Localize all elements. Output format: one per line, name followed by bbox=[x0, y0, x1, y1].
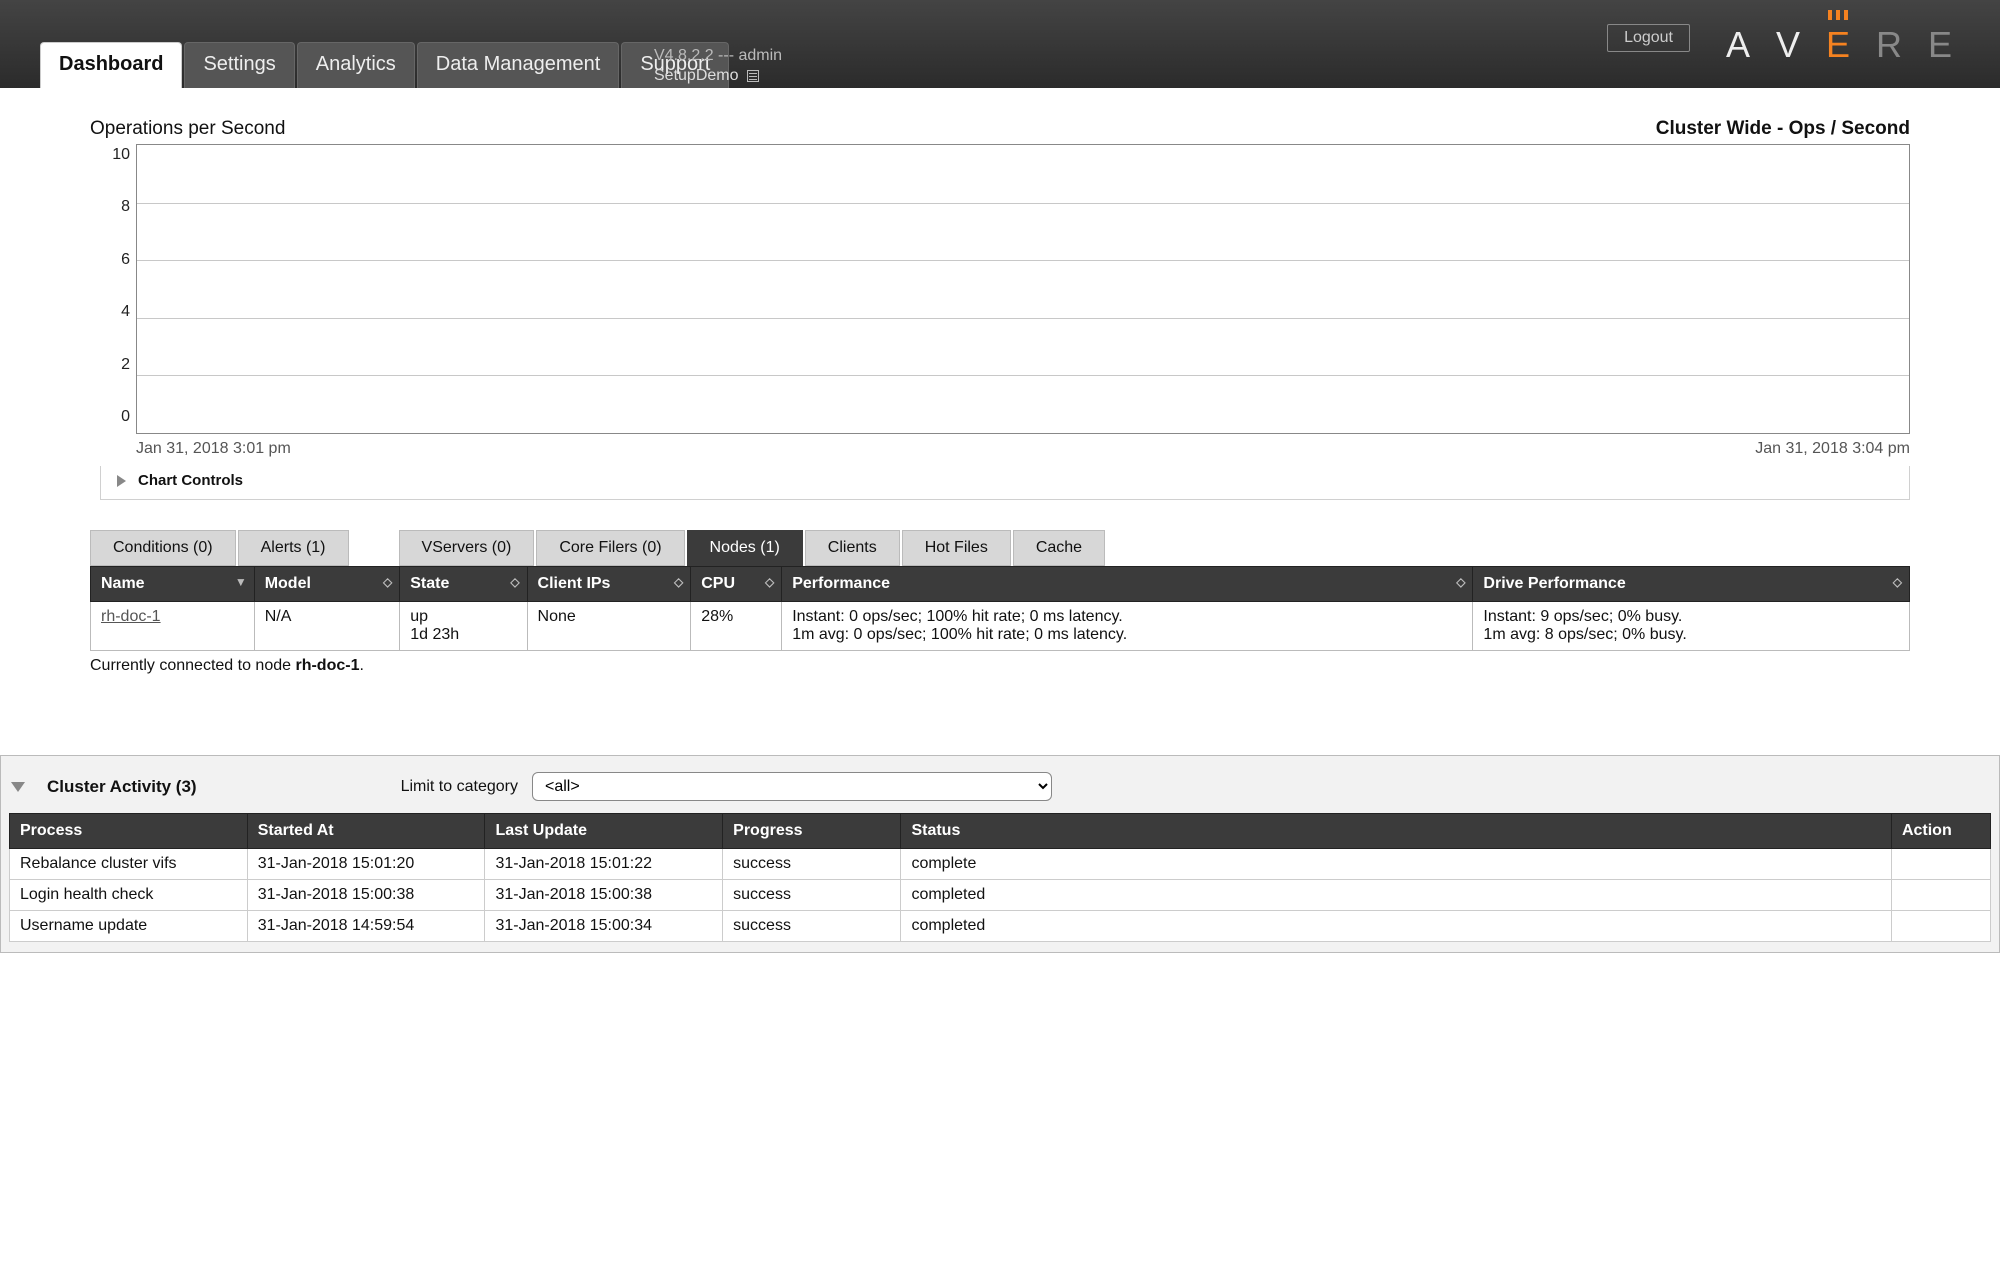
avere-logo: A V E R E bbox=[1726, 24, 1960, 66]
tab-data-management[interactable]: Data Management bbox=[417, 42, 620, 88]
cell-action bbox=[1891, 880, 1990, 911]
cell-started: 31-Jan-2018 14:59:54 bbox=[247, 911, 485, 942]
col-client-ips[interactable]: Client IPs◇ bbox=[527, 567, 691, 602]
cell-status: complete bbox=[901, 849, 1892, 880]
x-tick: Jan 31, 2018 3:01 pm bbox=[136, 440, 291, 458]
col-drive-performance[interactable]: Drive Performance◇ bbox=[1473, 567, 1910, 602]
col-performance[interactable]: Performance◇ bbox=[782, 567, 1473, 602]
limit-category-select[interactable]: <all> bbox=[532, 772, 1052, 801]
y-tick: 4 bbox=[90, 303, 130, 321]
chart-y-axis: 10 8 6 4 2 0 bbox=[90, 144, 136, 434]
cell-started: 31-Jan-2018 15:01:20 bbox=[247, 849, 485, 880]
cell-process: Rebalance cluster vifs bbox=[10, 849, 248, 880]
cell-progress: success bbox=[723, 911, 901, 942]
chart-area: 10 8 6 4 2 0 bbox=[90, 144, 1910, 434]
cell-action bbox=[1891, 849, 1990, 880]
tab-settings[interactable]: Settings bbox=[184, 42, 294, 88]
cell-action bbox=[1891, 911, 1990, 942]
cell-drive-performance: Instant: 9 ops/sec; 0% busy.1m avg: 8 op… bbox=[1473, 602, 1910, 651]
cell-model: N/A bbox=[254, 602, 400, 651]
logout-button[interactable]: Logout bbox=[1607, 24, 1690, 52]
tab-dashboard[interactable]: Dashboard bbox=[40, 42, 182, 88]
limit-category-label: Limit to category bbox=[401, 778, 518, 796]
dashboard-content: Operations per Second Cluster Wide - Ops… bbox=[0, 88, 2000, 695]
main-tabs: DashboardSettingsAnalyticsData Managemen… bbox=[40, 42, 729, 88]
subtab-core-filers-0-[interactable]: Core Filers (0) bbox=[536, 530, 684, 566]
cell-status: completed bbox=[901, 911, 1892, 942]
col-started-at[interactable]: Started At bbox=[247, 814, 485, 849]
subtab-vservers-0-[interactable]: VServers (0) bbox=[399, 530, 535, 566]
activity-table-header-row: ProcessStarted AtLast UpdateProgressStat… bbox=[10, 814, 1991, 849]
nodes-table-header-row: Name▼Model◇State◇Client IPs◇CPU◇Performa… bbox=[91, 567, 1910, 602]
tab-analytics[interactable]: Analytics bbox=[297, 42, 415, 88]
status-tabs: Conditions (0)Alerts (1) VServers (0)Core… bbox=[90, 530, 1910, 566]
y-tick: 10 bbox=[90, 146, 130, 164]
nodes-table: Name▼Model◇State◇Client IPs◇CPU◇Performa… bbox=[90, 566, 1910, 651]
version-user-line: V4.8.2.2 --- admin bbox=[654, 46, 782, 66]
subtab-alerts-1-[interactable]: Alerts (1) bbox=[238, 530, 349, 566]
cell-updated: 31-Jan-2018 15:00:34 bbox=[485, 911, 723, 942]
cell-client-ips: None bbox=[527, 602, 691, 651]
col-action[interactable]: Action bbox=[1891, 814, 1990, 849]
chart-plot[interactable] bbox=[136, 144, 1910, 434]
col-status[interactable]: Status bbox=[901, 814, 1892, 849]
col-process[interactable]: Process bbox=[10, 814, 248, 849]
chart-controls-toggle[interactable]: Chart Controls bbox=[100, 466, 1910, 500]
y-tick: 2 bbox=[90, 356, 130, 374]
col-model[interactable]: Model◇ bbox=[254, 567, 400, 602]
table-row: rh-doc-1 N/Aup1d 23hNone28%Instant: 0 ops… bbox=[91, 602, 1910, 651]
chevron-down-icon[interactable] bbox=[11, 782, 25, 792]
cell-name: rh-doc-1 bbox=[91, 602, 255, 651]
sort-icon: ◇ bbox=[510, 575, 516, 589]
chart-x-axis: Jan 31, 2018 3:01 pm Jan 31, 2018 3:04 pm bbox=[136, 440, 1910, 458]
y-tick: 0 bbox=[90, 408, 130, 426]
subtab-conditions-0-[interactable]: Conditions (0) bbox=[90, 530, 236, 566]
cell-cpu: 28% bbox=[691, 602, 782, 651]
sort-icon: ◇ bbox=[1456, 575, 1462, 589]
popup-icon[interactable] bbox=[747, 70, 759, 82]
cell-updated: 31-Jan-2018 15:01:22 bbox=[485, 849, 723, 880]
node-link[interactable]: rh-doc-1 bbox=[101, 608, 161, 625]
chart-title-left: Operations per Second bbox=[90, 118, 285, 140]
sort-icon: ◇ bbox=[765, 575, 771, 589]
cell-progress: success bbox=[723, 849, 901, 880]
cluster-activity-title: Cluster Activity (3) bbox=[47, 777, 197, 797]
activity-table: ProcessStarted AtLast UpdateProgressStat… bbox=[9, 813, 1991, 942]
cell-started: 31-Jan-2018 15:00:38 bbox=[247, 880, 485, 911]
col-progress[interactable]: Progress bbox=[723, 814, 901, 849]
session-meta: V4.8.2.2 --- admin SetupDemo bbox=[654, 46, 782, 86]
cell-process: Username update bbox=[10, 911, 248, 942]
cell-updated: 31-Jan-2018 15:00:38 bbox=[485, 880, 723, 911]
y-tick: 6 bbox=[90, 251, 130, 269]
cluster-name: SetupDemo bbox=[654, 67, 739, 84]
x-tick: Jan 31, 2018 3:04 pm bbox=[1755, 440, 1910, 458]
col-cpu[interactable]: CPU◇ bbox=[691, 567, 782, 602]
cell-status: completed bbox=[901, 880, 1892, 911]
subtab-cache[interactable]: Cache bbox=[1013, 530, 1105, 566]
table-row: Login health check31-Jan-2018 15:00:3831… bbox=[10, 880, 1991, 911]
cell-state: up1d 23h bbox=[400, 602, 527, 651]
chart-controls-label: Chart Controls bbox=[138, 472, 243, 489]
cell-process: Login health check bbox=[10, 880, 248, 911]
top-banner: DashboardSettingsAnalyticsData Managemen… bbox=[0, 0, 2000, 88]
sort-icon: ◇ bbox=[1893, 575, 1899, 589]
sort-icon: ◇ bbox=[674, 575, 680, 589]
y-tick: 8 bbox=[90, 198, 130, 216]
subtab-hot-files[interactable]: Hot Files bbox=[902, 530, 1011, 566]
cell-performance: Instant: 0 ops/sec; 100% hit rate; 0 ms … bbox=[782, 602, 1473, 651]
cell-progress: success bbox=[723, 880, 901, 911]
table-row: Username update31-Jan-2018 14:59:5431-Ja… bbox=[10, 911, 1991, 942]
sort-icon: ◇ bbox=[383, 575, 389, 589]
chevron-right-icon bbox=[117, 475, 126, 487]
sort-icon: ▼ bbox=[235, 575, 244, 589]
col-name[interactable]: Name▼ bbox=[91, 567, 255, 602]
col-last-update[interactable]: Last Update bbox=[485, 814, 723, 849]
subtab-nodes-1-[interactable]: Nodes (1) bbox=[687, 530, 803, 566]
cluster-activity-panel: Cluster Activity (3) Limit to category <… bbox=[0, 755, 2000, 953]
chart-title-right: Cluster Wide - Ops / Second bbox=[1656, 118, 1910, 140]
nodes-footnote: Currently connected to node rh-doc-1. bbox=[90, 657, 1910, 675]
table-row: Rebalance cluster vifs31-Jan-2018 15:01:… bbox=[10, 849, 1991, 880]
subtab-clients[interactable]: Clients bbox=[805, 530, 900, 566]
col-state[interactable]: State◇ bbox=[400, 567, 527, 602]
